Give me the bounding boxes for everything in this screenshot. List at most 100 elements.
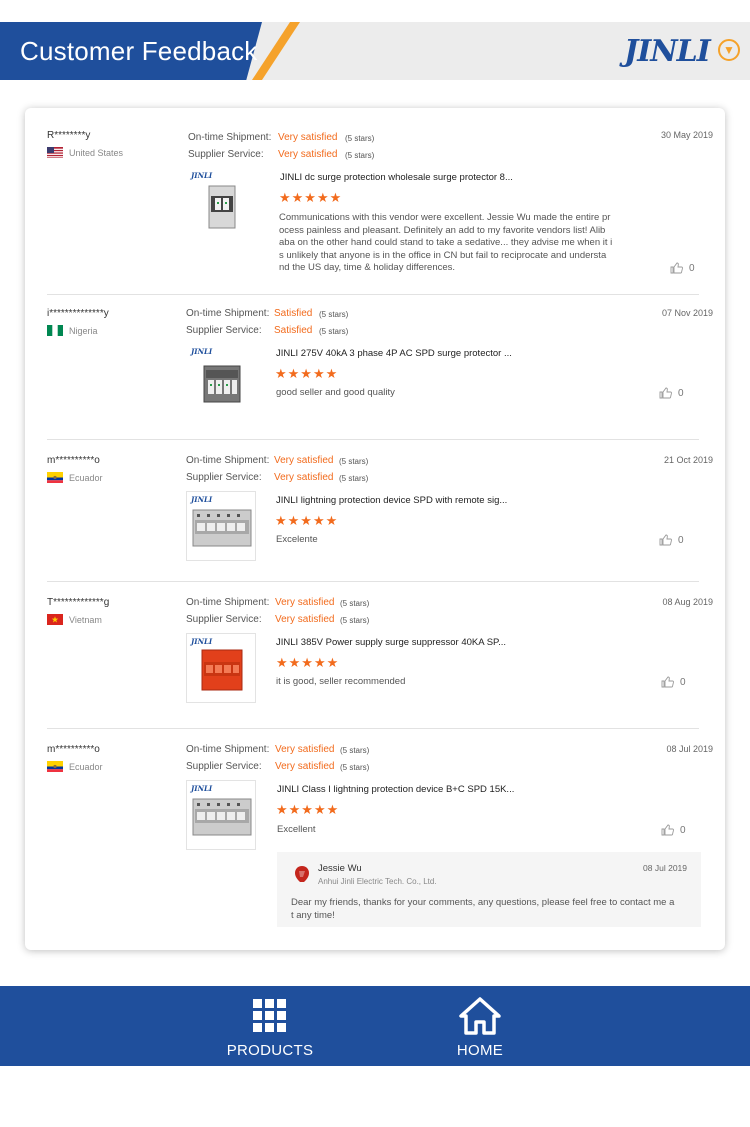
service-label: Supplier Service: xyxy=(186,614,262,625)
like-button[interactable]: 0 xyxy=(661,824,686,836)
ec-flag-icon xyxy=(47,472,63,483)
reviewer-name: R********y xyxy=(47,130,91,141)
rating-stars: ★★★★★ xyxy=(279,190,343,205)
comment-line: ocess painless and pleasant. Definitely … xyxy=(279,224,606,236)
review-date: 08 Aug 2019 xyxy=(662,597,713,607)
brand-logo[interactable]: JINLI ▼ xyxy=(624,34,742,70)
service-value: Very satisfied xyxy=(275,761,335,772)
product-image xyxy=(201,649,243,691)
reply-line: Dear my friends, thanks for your comment… xyxy=(291,897,675,908)
vn-flag-icon xyxy=(47,614,63,625)
reviewer-name: i**************y xyxy=(47,308,109,319)
product-title-link[interactable]: JINLI 385V Power supply surge suppressor… xyxy=(276,637,506,648)
review-comment: Communications with this vendor were exc… xyxy=(279,212,639,275)
page-title: Customer Feedback xyxy=(20,36,258,66)
comment-line: nd the US day, time & holiday difference… xyxy=(279,262,456,273)
service-stars: (5 stars) xyxy=(340,763,370,772)
reviewer-country: Nigeria xyxy=(47,325,98,336)
product-title-link[interactable]: JINLI dc surge protection wholesale surg… xyxy=(280,172,513,183)
service-stars: (5 stars) xyxy=(339,474,369,483)
service-value: Very satisfied xyxy=(278,149,338,160)
thumbnail-brand: JINLI xyxy=(191,784,213,793)
shipment-stars: (5 stars) xyxy=(345,134,375,143)
grid-icon xyxy=(253,999,286,1032)
shipment-label: On-time Shipment: xyxy=(186,597,270,608)
review-comment: Excellent xyxy=(277,824,316,835)
rating-stars: ★★★★★ xyxy=(275,366,339,381)
product-thumbnail[interactable]: JINLI xyxy=(187,168,257,238)
like-button[interactable]: 0 xyxy=(661,676,686,688)
us-flag-icon xyxy=(47,147,63,158)
shipment-label: On-time Shipment: xyxy=(188,132,272,143)
thumbs-up-icon xyxy=(661,824,674,836)
page-header: Customer Feedback JINLI ▼ xyxy=(0,22,750,80)
comment-line: s unlikely that anyone is in the office … xyxy=(279,249,607,261)
thumbnail-brand: JINLI xyxy=(191,171,213,180)
country-name: Vietnam xyxy=(69,614,102,625)
product-image xyxy=(192,509,252,547)
thumbs-up-icon xyxy=(659,387,672,399)
products-nav-button[interactable]: PRODUCTS xyxy=(210,986,330,1066)
product-thumbnail[interactable]: JINLI xyxy=(186,491,256,561)
bottom-nav: PRODUCTS HOME xyxy=(0,986,750,1066)
shipment-label: On-time Shipment: xyxy=(186,455,270,466)
rating-stars: ★★★★★ xyxy=(276,802,340,817)
shipment-value: Satisfied xyxy=(274,308,313,319)
review-date: 30 May 2019 xyxy=(660,130,713,140)
shipment-value: Very satisfied xyxy=(278,132,338,143)
like-button[interactable]: 0 xyxy=(659,534,684,546)
chevron-down-icon[interactable]: ▼ xyxy=(718,39,740,61)
thumbnail-brand: JINLI xyxy=(191,637,213,646)
shipment-stars: (5 stars) xyxy=(340,746,370,755)
service-label: Supplier Service: xyxy=(188,149,264,160)
rating-stars: ★★★★★ xyxy=(275,513,339,528)
service-stars: (5 stars) xyxy=(345,151,375,160)
service-value: Very satisfied xyxy=(274,472,334,483)
product-thumbnail[interactable]: JINLI xyxy=(186,780,256,850)
supplier-reply: Jessie Wu Anhui Jinli Electric Tech. Co.… xyxy=(277,852,701,927)
review-date: 07 Nov 2019 xyxy=(661,308,713,318)
service-stars: (5 stars) xyxy=(340,616,370,625)
supplier-avatar-icon xyxy=(295,866,309,882)
like-button[interactable]: 0 xyxy=(659,387,684,399)
product-title-link[interactable]: JINLI 275V 40kA 3 phase 4P AC SPD surge … xyxy=(276,348,512,359)
country-name: United States xyxy=(69,147,124,158)
review-comment: it is good, seller recommended xyxy=(276,676,406,687)
product-title-link[interactable]: JINLI lightning protection device SPD wi… xyxy=(276,495,507,506)
thumbnail-brand: JINLI xyxy=(191,495,213,504)
like-count: 0 xyxy=(680,676,686,688)
review-date: 21 Oct 2019 xyxy=(663,455,713,465)
reply-author: Jessie Wu xyxy=(318,863,362,874)
service-value: Very satisfied xyxy=(275,614,335,625)
reviewer-country: Ecuador xyxy=(47,761,103,772)
shipment-stars: (5 stars) xyxy=(319,310,349,319)
reviewer-country: Vietnam xyxy=(47,614,102,625)
shipment-value: Very satisfied xyxy=(274,455,334,466)
thumbs-up-icon xyxy=(670,262,683,274)
reviewer-country: United States xyxy=(47,147,123,158)
product-thumbnail[interactable]: JINLI xyxy=(186,633,256,703)
product-title-link[interactable]: JINLI Class I lightning protection devic… xyxy=(277,784,514,795)
reply-text: Dear my friends, thanks for your comment… xyxy=(291,897,691,922)
like-count: 0 xyxy=(678,387,684,399)
product-thumbnail[interactable]: JINLI xyxy=(187,344,257,414)
home-nav-button[interactable]: HOME xyxy=(420,986,540,1066)
comment-line: aba on the other hand could stand to tak… xyxy=(279,237,613,248)
country-name: Ecuador xyxy=(69,761,103,772)
shipment-stars: (5 stars) xyxy=(339,457,369,466)
product-image xyxy=(208,185,236,229)
service-label: Supplier Service: xyxy=(186,761,262,772)
shipment-stars: (5 stars) xyxy=(340,599,370,608)
thumbnail-brand: JINLI xyxy=(191,347,213,356)
reply-company: Anhui Jinli Electric Tech. Co., Ltd. xyxy=(318,877,437,886)
ec-flag-icon xyxy=(47,761,63,772)
like-count: 0 xyxy=(680,824,686,836)
rating-stars: ★★★★★ xyxy=(276,655,340,670)
like-button[interactable]: 0 xyxy=(670,262,695,274)
review-divider xyxy=(47,439,699,440)
comment-line: Communications with this vendor were exc… xyxy=(279,212,611,223)
review-divider xyxy=(47,728,699,729)
service-value: Satisfied xyxy=(274,325,313,336)
review-comment: Excelente xyxy=(276,534,318,545)
service-stars: (5 stars) xyxy=(319,327,349,336)
